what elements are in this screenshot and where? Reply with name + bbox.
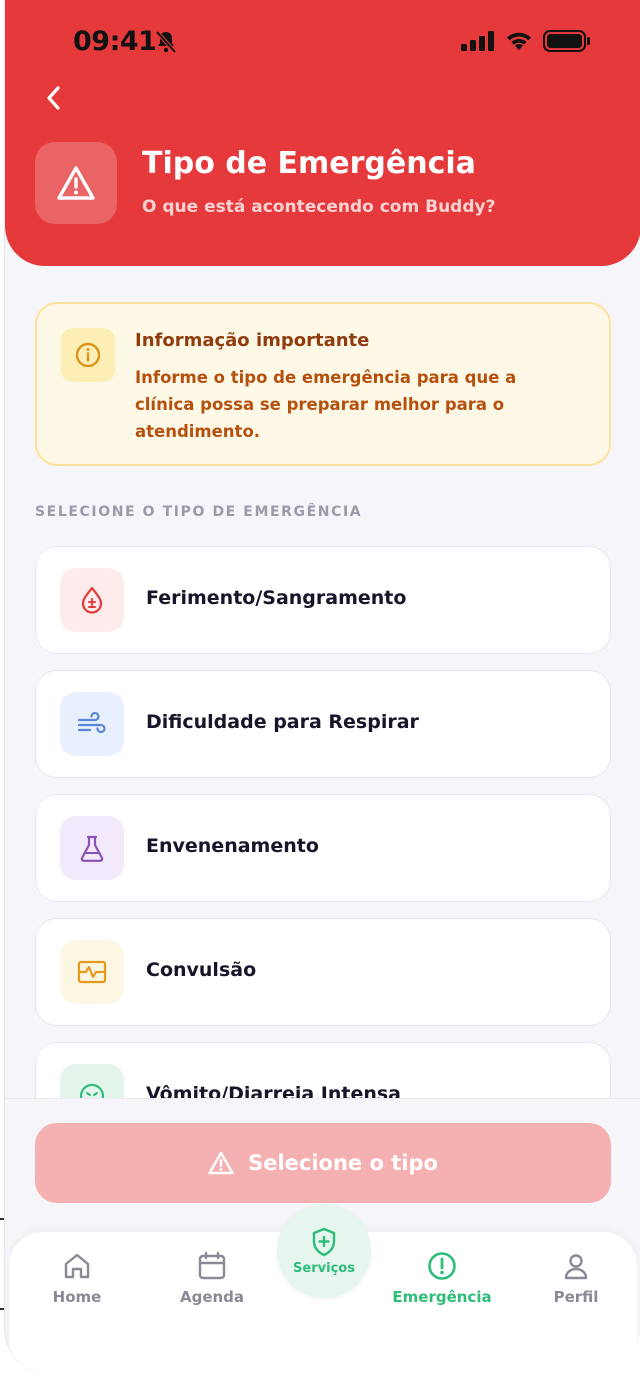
blood-drop-icon <box>81 586 103 614</box>
tab-home-label: Home <box>52 1288 102 1306</box>
option-convulsao[interactable]: Convulsão <box>35 918 611 1026</box>
option-icon-box <box>60 568 124 632</box>
info-icon <box>75 342 101 368</box>
alert-circle-icon <box>428 1252 456 1280</box>
info-title: Informação importante <box>135 330 370 351</box>
option-respirar[interactable]: Dificuldade para Respirar <box>35 670 611 778</box>
warning-triangle-icon <box>208 1151 234 1175</box>
option-icon-box <box>60 692 124 756</box>
option-ferimento[interactable]: Ferimento/Sangramento <box>35 546 611 654</box>
option-envenenamento[interactable]: Envenenamento <box>35 794 611 902</box>
option-label: Convulsão <box>146 959 257 981</box>
bell-muted-icon <box>155 30 177 54</box>
phone-screen: 09:41 Tipo de Emergência O que está acon… <box>4 0 640 1376</box>
back-arrow-icon[interactable] <box>37 80 73 116</box>
info-card: Informação importante Informe o tipo de … <box>35 302 611 466</box>
header: 09:41 Tipo de Emergência O que está acon… <box>5 0 640 266</box>
page-subtitle: O que está acontecendo com Buddy? <box>142 197 496 217</box>
option-label: Ferimento/Sangramento <box>146 587 407 609</box>
pulse-icon <box>77 960 107 984</box>
shield-plus-icon <box>312 1227 336 1256</box>
section-label: SELECIONE O TIPO DE EMERGÊNCIA <box>35 504 363 520</box>
tab-agenda[interactable]: Agenda <box>152 1250 272 1306</box>
option-label: Dificuldade para Respirar <box>146 711 419 733</box>
select-type-label: Selecione o tipo <box>248 1151 438 1175</box>
tab-emergencia-label: Emergência <box>392 1288 492 1306</box>
tab-emergencia[interactable]: Emergência <box>382 1250 502 1306</box>
select-type-button[interactable]: Selecione o tipo <box>35 1123 611 1203</box>
tab-servicos-label: Serviços <box>293 1260 355 1276</box>
header-icon-box <box>35 142 117 224</box>
status-time: 09:41 <box>73 26 157 57</box>
option-icon-box <box>60 816 124 880</box>
tab-perfil-label: Perfil <box>553 1288 599 1306</box>
wind-icon <box>77 711 106 734</box>
flask-icon <box>80 835 104 862</box>
wifi-icon <box>507 32 531 50</box>
option-icon-box <box>60 940 124 1004</box>
tab-agenda-label: Agenda <box>179 1288 245 1306</box>
warning-triangle-icon <box>57 166 95 200</box>
battery-icon <box>543 30 590 52</box>
tab-home[interactable]: Home <box>17 1250 137 1306</box>
info-icon-box <box>61 328 115 382</box>
option-label: Envenenamento <box>146 835 319 857</box>
home-icon <box>64 1253 90 1279</box>
tab-servicos[interactable]: Serviços <box>277 1204 371 1298</box>
status-indicators <box>461 30 591 52</box>
info-text: Informe o tipo de emergência para que a … <box>135 368 517 441</box>
tab-perfil[interactable]: Perfil <box>516 1250 636 1306</box>
signal-icon <box>461 31 494 51</box>
page-title: Tipo de Emergência <box>142 146 476 181</box>
user-icon <box>564 1254 588 1280</box>
calendar-icon <box>198 1251 226 1280</box>
